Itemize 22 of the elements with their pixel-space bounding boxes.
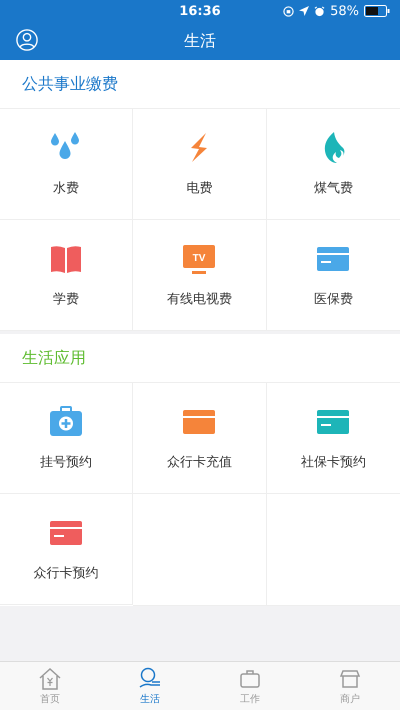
- house-icon: [38, 666, 62, 690]
- section-title: 生活应用: [22, 348, 86, 368]
- rotation-lock-icon: [283, 6, 294, 16]
- service-tile[interactable]: 众行卡预约: [0, 494, 134, 605]
- service-tile[interactable]: 众行卡充值: [133, 383, 267, 494]
- page-title: 生活: [184, 30, 216, 52]
- service-tile[interactable]: TV 有线电视费: [133, 220, 267, 331]
- status-time: 16:36: [179, 4, 221, 18]
- service-tile[interactable]: 学费: [0, 220, 134, 331]
- alarm-icon: [314, 6, 326, 16]
- section-title: 公共事业缴费: [22, 74, 118, 94]
- service-tile[interactable]: 挂号预约: [0, 383, 134, 494]
- medical-kit-icon: [49, 405, 84, 439]
- location-icon: [299, 6, 310, 16]
- service-tile[interactable]: 水费: [0, 109, 134, 220]
- tab-item[interactable]: 生活: [100, 662, 200, 710]
- hand-coin-icon: [138, 666, 162, 690]
- service-tile[interactable]: 电费: [133, 109, 267, 220]
- battery-icon: [364, 5, 390, 17]
- battery-percent: 58%: [330, 4, 359, 18]
- user-icon: [16, 29, 38, 51]
- profile-button[interactable]: [16, 29, 38, 51]
